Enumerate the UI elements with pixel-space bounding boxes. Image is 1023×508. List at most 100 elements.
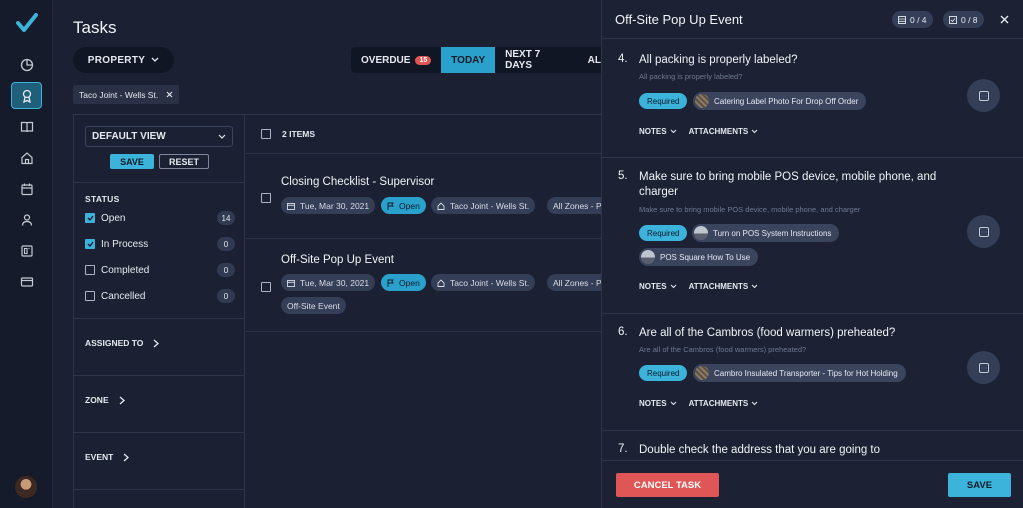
chevron-down-icon	[151, 57, 159, 62]
item-subtitle: Are all of the Cambros (food warmers) pr…	[639, 345, 807, 354]
status-text: Open	[399, 200, 420, 211]
task-detail-drawer: Off-Site Pop Up Event 0 / 4 0 / 8 4. All…	[601, 0, 1023, 508]
app-root: Tasks PROPERTY Taco Joint - Wells St. OV…	[0, 0, 1023, 508]
sections-count-badge: 0 / 4	[892, 11, 933, 28]
attachment-chip[interactable]: POS Square How To Use	[639, 248, 759, 266]
calendar-icon	[287, 279, 295, 287]
attachments-toggle[interactable]: ATTACHMENTS	[689, 127, 759, 136]
status-label: Cancelled	[101, 290, 146, 302]
status-label: Open	[101, 212, 126, 224]
user-icon	[21, 213, 32, 226]
required-badge: Required	[639, 225, 688, 241]
attachment-chip[interactable]: Cambro Insulated Transporter - Tips for …	[693, 364, 906, 382]
pie-chart-icon	[20, 58, 33, 71]
flag-icon	[387, 202, 394, 210]
nav-calendar[interactable]	[11, 175, 42, 202]
item-title: Are all of the Cambros (food warmers) pr…	[639, 327, 896, 339]
drawer-footer: CANCEL TASK SAVE	[602, 460, 1023, 508]
nav-home[interactable]	[11, 144, 42, 171]
divider	[74, 432, 245, 433]
tab-all[interactable]: AL	[578, 47, 601, 73]
tab-next-7-days[interactable]: NEXT 7 DAYS	[495, 47, 578, 73]
attachment-thumbnail	[695, 366, 709, 380]
attachments-toggle[interactable]: ATTACHMENTS	[689, 282, 759, 291]
close-icon[interactable]	[166, 91, 173, 98]
logo-check-icon	[16, 13, 38, 32]
complete-checkbox[interactable]	[967, 215, 1000, 248]
status-count: 0	[217, 263, 235, 277]
attachment-chip[interactable]: Catering Label Photo For Drop Off Order	[693, 92, 867, 110]
divider	[602, 38, 1023, 39]
notes-toggle[interactable]: NOTES	[639, 399, 677, 408]
nav-tasks[interactable]	[11, 82, 42, 109]
nav-board[interactable]	[11, 237, 42, 264]
facet-zone[interactable]: ZONE	[85, 395, 125, 405]
event-pill: Off-Site Event	[281, 297, 346, 314]
notes-toggle[interactable]: NOTES	[639, 127, 677, 136]
attachment-label: Catering Label Photo For Drop Off Order	[714, 96, 859, 106]
home-icon	[20, 151, 33, 164]
divider	[74, 182, 245, 183]
nav-users[interactable]	[11, 206, 42, 233]
facet-event[interactable]: EVENT	[85, 452, 130, 462]
divider	[602, 157, 1023, 158]
tab-all-label: AL	[587, 54, 601, 66]
cancel-task-button[interactable]: CANCEL TASK	[616, 473, 719, 497]
close-drawer-button[interactable]	[997, 11, 1011, 27]
attachment-label: POS Square How To Use	[660, 252, 751, 262]
close-icon	[1000, 15, 1008, 23]
nav-dashboard[interactable]	[11, 51, 42, 78]
status-open[interactable]: Open 14	[85, 210, 235, 226]
item-number: 7.	[618, 443, 628, 455]
status-completed[interactable]: Completed 0	[85, 262, 235, 278]
facet-label: ZONE	[85, 395, 109, 405]
checkbox[interactable]	[85, 291, 95, 301]
status-heading: STATUS	[85, 194, 120, 204]
checkbox-checked[interactable]	[85, 213, 95, 223]
chevron-down-icon	[751, 129, 758, 134]
avatar[interactable]	[15, 476, 37, 498]
attachments-toggle[interactable]: ATTACHMENTS	[689, 399, 759, 408]
table-row[interactable]: Off-Site Pop Up Event Tue, Mar 30, 2021 …	[246, 239, 608, 332]
property-dropdown[interactable]: PROPERTY	[73, 47, 174, 73]
tab-overdue[interactable]: OVERDUE 15	[351, 47, 441, 73]
nav-library[interactable]	[11, 113, 42, 140]
checkbox-checked[interactable]	[85, 239, 95, 249]
chevron-right-icon	[119, 396, 125, 404]
board-icon	[20, 244, 33, 257]
calendar-icon	[20, 183, 33, 195]
nav-billing[interactable]	[11, 268, 42, 295]
complete-checkbox[interactable]	[967, 351, 1000, 384]
active-filter-chip: Taco Joint - Wells St.	[73, 85, 180, 104]
view-select-value: DEFAULT VIEW	[92, 131, 166, 142]
row-checkbox[interactable]	[261, 193, 271, 203]
chevron-down-icon	[218, 134, 226, 139]
status-in-process[interactable]: In Process 0	[85, 236, 235, 252]
property-label: PROPERTY	[87, 54, 146, 66]
view-select[interactable]: DEFAULT VIEW	[85, 126, 233, 147]
reset-view-button[interactable]: RESET	[159, 154, 209, 169]
table-row[interactable]: Closing Checklist - Supervisor Tue, Mar …	[246, 155, 608, 239]
book-icon	[20, 121, 33, 132]
checkbox[interactable]	[85, 265, 95, 275]
required-badge: Required	[639, 365, 688, 381]
save-view-button[interactable]: SAVE	[110, 154, 154, 169]
facet-assigned-to[interactable]: ASSIGNED TO	[85, 338, 160, 348]
item-links: NOTES ATTACHMENTS	[639, 282, 758, 291]
attachment-label: Turn on POS System Instructions	[713, 228, 832, 238]
complete-checkbox[interactable]	[967, 79, 1000, 112]
save-button[interactable]: SAVE	[948, 473, 1011, 497]
select-all-checkbox[interactable]	[261, 129, 271, 139]
sections-count-text: 0 / 4	[910, 14, 927, 25]
row-checkbox[interactable]	[261, 282, 271, 292]
divider	[74, 318, 245, 319]
list-icon	[898, 15, 906, 24]
item-subtitle: All packing is properly labeled?	[639, 72, 743, 81]
tab-today[interactable]: TODAY	[441, 47, 496, 73]
item-subtitle: Make sure to bring mobile POS device, mo…	[639, 205, 861, 214]
task-list: 2 ITEMS Closing Checklist - Supervisor T…	[246, 115, 608, 508]
location-pill: Taco Joint - Wells St.	[431, 274, 536, 291]
notes-toggle[interactable]: NOTES	[639, 282, 677, 291]
attachment-chip[interactable]: Turn on POS System Instructions	[692, 224, 840, 242]
status-cancelled[interactable]: Cancelled 0	[85, 288, 235, 304]
